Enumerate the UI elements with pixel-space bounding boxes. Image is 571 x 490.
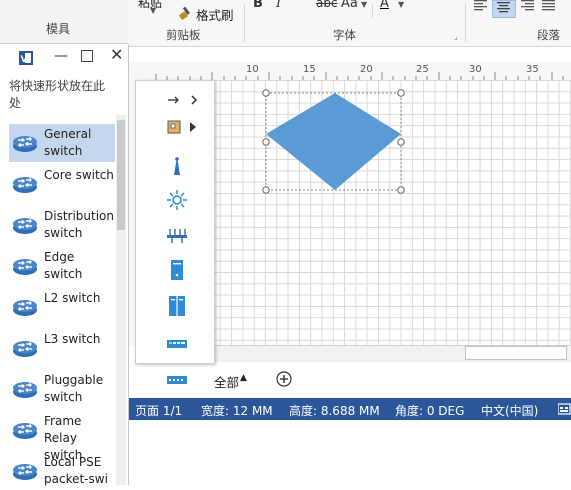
switch-icon	[12, 176, 38, 194]
scrollbar-thumb[interactable]	[117, 120, 125, 230]
switch-icon	[12, 258, 38, 276]
stencil-item[interactable]: Local PSE packet-swi	[9, 452, 115, 490]
stencil-item-label: General switch	[44, 127, 92, 158]
switch-icon	[12, 340, 38, 358]
ruler-corner	[128, 62, 152, 80]
macro-icon[interactable]	[558, 403, 571, 415]
caret-up-icon[interactable]: ▲	[240, 373, 247, 383]
height-status: 高度: 8.688 MM	[289, 404, 380, 418]
stencil-item[interactable]: Distribution switch	[9, 206, 115, 244]
scrollbar-thumb[interactable]	[465, 346, 567, 360]
stencil-item[interactable]: Pluggable switch	[9, 370, 115, 408]
page-number-status[interactable]: 页面 1/1	[135, 402, 182, 419]
network-switch-icon[interactable]	[166, 333, 188, 355]
page-tabs-bar: 全部 ▲	[128, 362, 571, 398]
ruler-label: 35	[526, 64, 539, 75]
font-group-label: 字体	[333, 28, 356, 42]
visio-stencil-icon: V	[19, 51, 33, 65]
add-page-icon[interactable]	[276, 371, 292, 387]
svg-text:V: V	[21, 55, 28, 65]
quick-shapes-palette[interactable]	[135, 80, 215, 384]
stencil-item-label: L3 switch	[44, 332, 101, 346]
format-painter-label: 格式刷	[196, 8, 234, 23]
stencil-item[interactable]: Core switch	[9, 165, 115, 203]
font-size-button[interactable]: Aa	[341, 0, 358, 11]
divider	[465, 4, 466, 42]
divider	[372, 4, 373, 18]
strikethrough-button[interactable]: abc	[316, 0, 338, 10]
antenna-icon[interactable]	[166, 155, 188, 177]
switch-icon	[12, 217, 38, 235]
chevron-down-icon[interactable]: ▼	[361, 0, 367, 9]
stencils-panel-title: 模具	[45, 22, 70, 36]
width-status: 宽度: 12 MM	[201, 404, 273, 418]
chevron-down-icon[interactable]: ▼	[398, 0, 404, 9]
stencil-item[interactable]: Frame Relay switch	[9, 411, 115, 462]
paragraph-group-label: 段落	[537, 28, 560, 42]
stencil-item-label: Local PSE packet-swi	[44, 455, 108, 486]
window-background	[128, 420, 571, 485]
ruler-label: 30	[469, 64, 482, 75]
hub-icon[interactable]	[166, 225, 188, 247]
stencil-item-label: L2 switch	[44, 291, 101, 305]
ribbon: 粘贴 ▼ 格式刷 剪贴板 B I abc Aa ▼ A ▼ 字体 ⌟ 段落	[128, 0, 571, 47]
stencil-item-label: Edge switch	[44, 250, 83, 281]
switch-icon	[12, 135, 38, 153]
wireless-access-point-icon[interactable]	[166, 189, 188, 211]
switch-icon	[12, 422, 38, 440]
stencil-item[interactable]: Edge switch	[9, 247, 115, 285]
align-left-icon[interactable]	[473, 0, 489, 12]
align-center-button[interactable]	[492, 0, 516, 18]
status-bar: 页面 1/1 宽度: 12 MM 高度: 8.688 MM 角度: 0 DEG …	[128, 398, 571, 420]
server-icon[interactable]	[166, 259, 188, 281]
stencil-title-bar: V — ✕	[0, 44, 128, 72]
stencil-item-label: Core switch	[44, 168, 114, 182]
minimize-icon[interactable]: —	[54, 48, 68, 64]
stencil-item-label: Pluggable switch	[44, 373, 104, 404]
font-color-button[interactable]: A	[380, 0, 389, 11]
ruler-label: 10	[246, 64, 259, 75]
dialog-launcher-icon[interactable]: ⌟	[454, 32, 458, 41]
italic-button[interactable]: I	[276, 0, 281, 11]
brush-icon	[178, 6, 190, 21]
patch-panel-icon[interactable]	[166, 369, 188, 391]
stencil-hint: 将快速形状放在此处	[9, 79, 106, 110]
rack-server-icon[interactable]	[166, 295, 188, 317]
diamond-shape[interactable]	[266, 93, 401, 190]
format-painter-button[interactable]: 格式刷	[178, 4, 238, 23]
ruler-label: 25	[416, 64, 429, 75]
clipboard-group-label: 剪贴板	[166, 28, 201, 42]
switch-icon	[12, 381, 38, 399]
shape-style-icon[interactable]	[166, 119, 202, 137]
connector-arrow-icon[interactable]	[166, 93, 202, 107]
selected-shape[interactable]	[258, 86, 410, 198]
stencil-item[interactable]: General switch	[9, 124, 115, 162]
bold-button[interactable]: B	[253, 0, 263, 11]
align-center-icon	[497, 2, 510, 13]
ruler-label: 20	[360, 64, 373, 75]
switch-icon	[12, 299, 38, 317]
language-status[interactable]: 中文(中国)	[481, 402, 538, 419]
align-right-icon[interactable]	[520, 0, 536, 12]
stencil-item-label: Distribution switch	[44, 209, 115, 240]
maximize-icon[interactable]	[81, 50, 93, 62]
switch-icon	[12, 463, 38, 481]
all-pages-tab[interactable]: 全部	[214, 372, 239, 391]
justify-icon[interactable]	[541, 0, 557, 12]
horizontal-ruler[interactable]: 10 15 20 25 30 35	[152, 62, 571, 81]
stencil-item[interactable]: L2 switch	[9, 288, 115, 326]
ruler-label: 15	[303, 64, 316, 75]
close-icon[interactable]: ✕	[110, 45, 123, 64]
divider	[244, 4, 245, 42]
chevron-down-icon[interactable]: ▼	[150, 6, 156, 15]
stencil-item[interactable]: L3 switch	[9, 329, 115, 367]
angle-status: 角度: 0 DEG	[395, 404, 465, 418]
